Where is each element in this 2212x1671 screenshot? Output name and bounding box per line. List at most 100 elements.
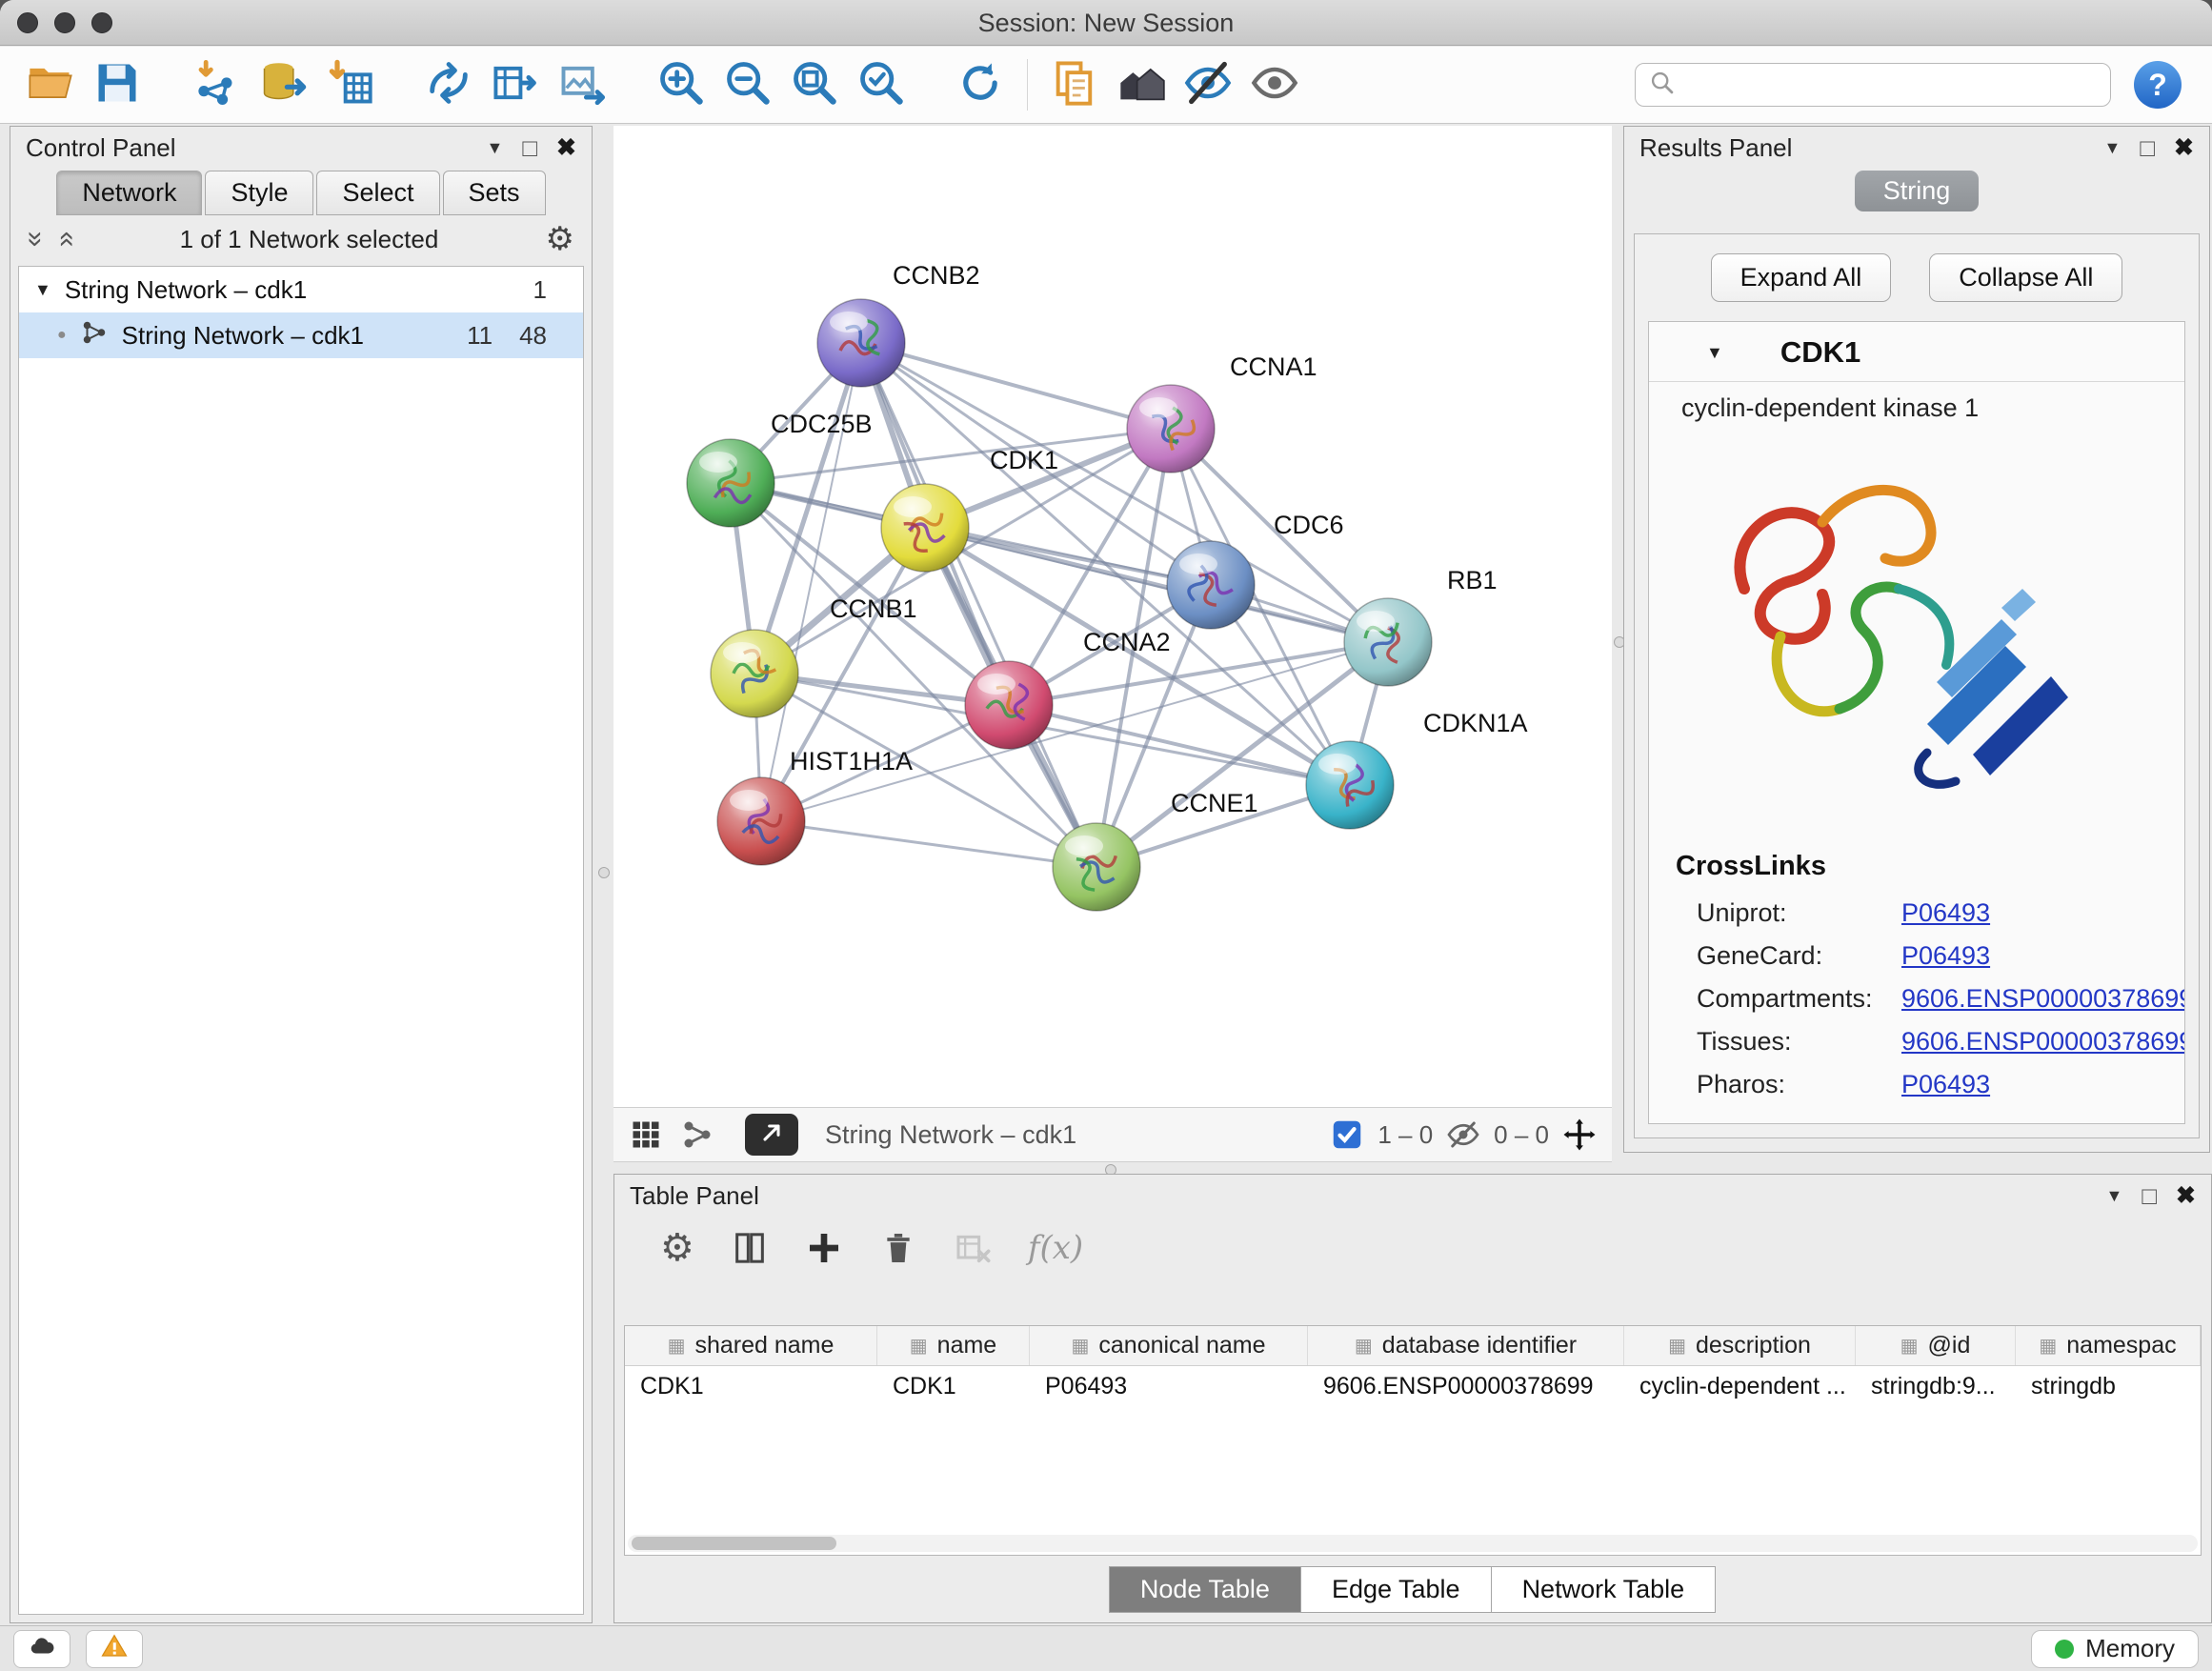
crosslink-label: Uniprot: <box>1697 898 1901 928</box>
function-builder-icon[interactable]: f(x) <box>1028 1229 1083 1267</box>
panel-collapse-icon[interactable]: ▼ <box>2106 1186 2123 1206</box>
crosslink-row: Uniprot: P06493 <box>1649 892 2184 935</box>
scrollbar-thumb[interactable] <box>632 1537 836 1550</box>
global-search[interactable] <box>1635 63 2111 107</box>
protein-structure-image <box>1687 436 2184 822</box>
panel-maximize-icon[interactable]: □ <box>2140 133 2155 163</box>
column-header[interactable]: ▦description <box>1624 1326 1856 1365</box>
column-header[interactable]: ▦@id <box>1856 1326 2016 1365</box>
tab-network[interactable]: Network <box>56 171 202 215</box>
zoom-window-button[interactable] <box>91 12 112 33</box>
save-session-button[interactable] <box>84 53 151 116</box>
panel-collapse-icon[interactable]: ▼ <box>2104 138 2122 158</box>
tissues-link[interactable]: 9606.ENSP00000378699 <box>1901 1027 2185 1057</box>
help-button[interactable]: ? <box>2134 61 2182 109</box>
network-collection-row[interactable]: ▼ String Network – cdk1 1 <box>19 267 583 312</box>
duplicate-document-button[interactable] <box>1041 53 1108 116</box>
network-view-toolbar: String Network – cdk1 1 – 0 0 – 0 <box>613 1107 1612 1162</box>
network-canvas[interactable]: CCNB2CCNA1CDC25BCDK1CDC6RB1CCNB1CCNA2CDK… <box>613 126 1612 1107</box>
control-panel-title: Control Panel <box>26 133 176 163</box>
collection-count: 1 <box>533 275 547 305</box>
close-window-button[interactable] <box>17 12 38 33</box>
table-row[interactable]: CDK1CDK1P064939606.ENSP00000378699cyclin… <box>625 1366 2201 1406</box>
import-network-database-button[interactable] <box>250 53 316 116</box>
network-overview-icon[interactable] <box>680 1117 714 1152</box>
hidden-count: 0 – 0 <box>1494 1120 1549 1150</box>
home-layout-button[interactable] <box>1108 53 1175 116</box>
tab-node-table[interactable]: Node Table <box>1109 1566 1301 1613</box>
open-in-new-window-button[interactable] <box>745 1114 798 1156</box>
string-tab-badge[interactable]: String <box>1855 171 1980 211</box>
column-header[interactable]: ▦namespac <box>2016 1326 2201 1365</box>
selected-count: 1 – 0 <box>1377 1120 1433 1150</box>
open-session-button[interactable] <box>17 53 84 116</box>
column-header[interactable]: ▦database identifier <box>1308 1326 1624 1365</box>
panel-maximize-icon[interactable]: □ <box>2142 1181 2157 1211</box>
network-options-gear-icon[interactable]: ⚙ <box>546 223 574 255</box>
column-header[interactable]: ▦name <box>877 1326 1030 1365</box>
crosslink-label: Compartments: <box>1697 984 1901 1014</box>
tab-style[interactable]: Style <box>205 171 313 215</box>
zoom-fit-button[interactable] <box>781 53 848 116</box>
tab-edge-table[interactable]: Edge Table <box>1300 1566 1492 1613</box>
zoom-in-button[interactable] <box>648 53 714 116</box>
cloud-button[interactable] <box>13 1630 70 1668</box>
export-image-button[interactable] <box>549 53 615 116</box>
show-columns-icon[interactable] <box>731 1229 769 1267</box>
crosslink-row: Tissues: 9606.ENSP00000378699 <box>1649 1020 2184 1063</box>
table-to-network-icon <box>491 58 540 112</box>
expand-all-networks-icon[interactable]: » <box>21 232 50 248</box>
new-network-button[interactable] <box>415 53 482 116</box>
show-all-button[interactable] <box>1241 53 1308 116</box>
selected-nodes-checkbox-icon[interactable] <box>1330 1117 1364 1152</box>
panel-close-icon[interactable]: ✖ <box>2174 133 2194 162</box>
search-input[interactable] <box>1685 70 2097 100</box>
memory-button[interactable]: Memory <box>2031 1630 2199 1668</box>
zoom-out-button[interactable] <box>714 53 781 116</box>
tab-select[interactable]: Select <box>316 171 439 215</box>
panel-close-icon[interactable]: ✖ <box>2176 1181 2196 1210</box>
houses-icon <box>1116 58 1166 112</box>
expand-all-button[interactable]: Expand All <box>1711 253 1892 302</box>
pharos-link[interactable]: P06493 <box>1901 1070 1990 1099</box>
tab-sets[interactable]: Sets <box>443 171 546 215</box>
hide-selected-button[interactable] <box>1175 53 1241 116</box>
gene-disclosure-icon[interactable]: ▼ <box>1706 343 1723 363</box>
panel-collapse-icon[interactable]: ▼ <box>487 138 504 158</box>
network-row[interactable]: ● String Network – cdk1 11 48 <box>19 312 583 358</box>
column-header[interactable]: ▦shared name <box>625 1326 877 1365</box>
panel-close-icon[interactable]: ✖ <box>556 133 576 162</box>
minimize-window-button[interactable] <box>54 12 75 33</box>
table-settings-gear-icon[interactable]: ⚙ <box>660 1229 694 1267</box>
refresh-button[interactable] <box>947 53 1014 116</box>
delete-column-icon[interactable] <box>879 1229 917 1267</box>
import-table-button[interactable] <box>316 53 383 116</box>
horizontal-scrollbar[interactable] <box>628 1535 2198 1552</box>
collection-label: String Network – cdk1 <box>65 275 307 305</box>
genecard-link[interactable]: P06493 <box>1901 941 1990 971</box>
vertical-splitter-handle[interactable] <box>598 867 610 878</box>
string-network-graph[interactable]: CCNB2CCNA1CDC25BCDK1CDC6RB1CCNB1CCNA2CDK… <box>613 126 1612 1107</box>
disclosure-triangle-icon[interactable]: ▼ <box>34 280 51 300</box>
table-cell: 9606.ENSP00000378699 <box>1308 1366 1624 1406</box>
network-tree: ▼ String Network – cdk1 1 ● String Netwo… <box>18 266 584 1615</box>
results-panel: Results Panel ▼ □ ✖ String Expand All Co… <box>1623 126 2210 1153</box>
eye-icon <box>1250 58 1299 112</box>
panel-maximize-icon[interactable]: □ <box>522 133 537 163</box>
column-header[interactable]: ▦canonical name <box>1030 1326 1308 1365</box>
zoom-selected-button[interactable] <box>848 53 915 116</box>
add-column-icon[interactable] <box>805 1229 843 1267</box>
pan-move-icon[interactable] <box>1562 1117 1597 1152</box>
hidden-eye-slash-icon[interactable] <box>1446 1117 1480 1152</box>
crosslink-row: GeneCard: P06493 <box>1649 935 2184 977</box>
warnings-button[interactable] <box>86 1630 143 1668</box>
import-network-file-button[interactable] <box>183 53 250 116</box>
zoom-fit-icon <box>790 58 839 112</box>
compartments-link[interactable]: 9606.ENSP00000378699 <box>1901 984 2185 1014</box>
grid-view-icon[interactable] <box>629 1117 663 1152</box>
network-from-table-button[interactable] <box>482 53 549 116</box>
collapse-all-networks-icon[interactable]: » <box>50 232 79 248</box>
collapse-all-button[interactable]: Collapse All <box>1929 253 2122 302</box>
uniprot-link[interactable]: P06493 <box>1901 898 1990 928</box>
tab-network-table[interactable]: Network Table <box>1491 1566 1717 1613</box>
